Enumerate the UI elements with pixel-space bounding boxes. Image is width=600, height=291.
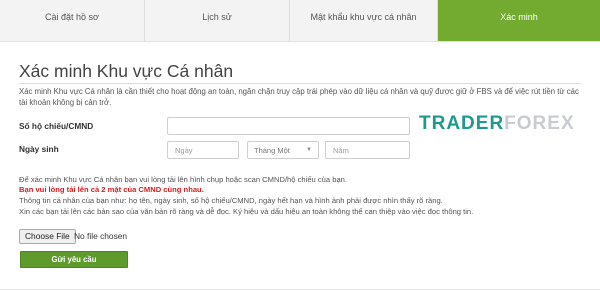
page-title: Xác minh Khu vực Cá nhân: [19, 61, 234, 81]
tab-label: Cài đặt hồ sơ: [45, 12, 99, 22]
day-input[interactable]: [167, 141, 239, 159]
passport-input[interactable]: [167, 117, 410, 135]
passport-label: Số hộ chiếu/CMND: [19, 121, 94, 131]
visibility-note: Thông tin cá nhân của bạn như: họ tên, n…: [19, 196, 443, 205]
tab-bar: Cài đặt hồ sơ Lịch sử Mật khẩu khu vực c…: [0, 0, 600, 42]
watermark-part2: FOREX: [504, 113, 575, 134]
traderforex-watermark: TRADERFOREX: [419, 113, 575, 135]
watermark-part1: TRADER: [419, 113, 505, 134]
clarity-note: Xin các bạn tải lên các bản sao của văn …: [19, 207, 474, 216]
choose-file-button[interactable]: Choose File: [19, 229, 76, 244]
upload-instruction: Để xác minh Khu vực Cá nhân bạn vui lòng…: [19, 175, 348, 184]
upload-warning: Bạn vui lòng tải lên cả 2 mặt của CMND c…: [19, 185, 204, 194]
chevron-down-icon: ▼: [306, 147, 312, 153]
tab-password[interactable]: Mật khẩu khu vực cá nhân: [290, 0, 438, 41]
tab-history[interactable]: Lịch sử: [145, 0, 290, 41]
tab-verification[interactable]: Xác minh: [438, 0, 600, 41]
bottom-divider: [0, 289, 600, 290]
tab-label: Mật khẩu khu vực cá nhân: [310, 12, 417, 22]
intro-text: Xác minh Khu vực Cá nhân là cần thiết ch…: [19, 87, 579, 107]
title-divider: [19, 83, 581, 84]
submit-button[interactable]: Gửi yêu cầu: [20, 251, 128, 268]
tab-label: Lịch sử: [202, 12, 232, 22]
month-select[interactable]: Tháng Một ▼: [247, 141, 319, 159]
tab-label: Xác minh: [500, 12, 538, 22]
month-value: Tháng Một: [254, 145, 290, 155]
tab-profile-settings[interactable]: Cài đặt hồ sơ: [0, 0, 145, 41]
year-input[interactable]: [325, 141, 410, 159]
dob-label: Ngày sinh: [19, 144, 59, 154]
file-status: No file chosen: [74, 231, 128, 241]
